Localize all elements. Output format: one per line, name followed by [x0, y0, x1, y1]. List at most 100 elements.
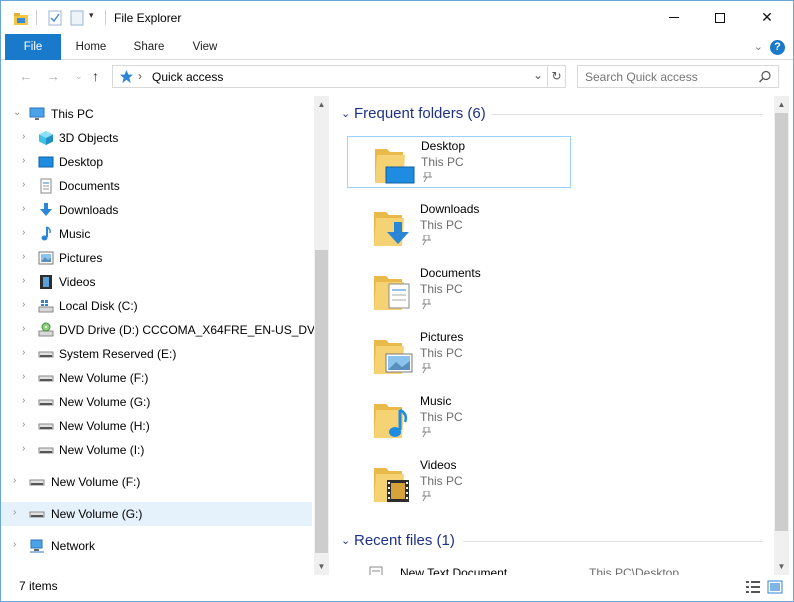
tree-item[interactable]: › Documents [1, 174, 312, 198]
music-folder-icon [374, 404, 408, 438]
expand-chevron-icon[interactable]: › [22, 443, 25, 454]
close-button[interactable]: ✕ [744, 1, 790, 34]
forward-arrow-icon[interactable]: → [46, 68, 60, 84]
large-icons-view-icon[interactable] [767, 580, 783, 594]
expand-chevron-icon[interactable]: › [13, 507, 16, 518]
tree-item-label: New Volume (F:) [51, 475, 141, 489]
file-explorer-window: ▾ File Explorer ✕ File Home Share View ⌄… [0, 0, 794, 602]
expand-chevron-icon[interactable]: › [22, 275, 25, 286]
tree-item-label: Network [51, 539, 96, 553]
navigation-pane-scrollbar[interactable]: ▲ ▼ [314, 96, 329, 575]
tree-item-this-pc[interactable]: ⌄ This PC [1, 102, 312, 126]
tree-item[interactable]: › Videos [1, 270, 312, 294]
tree-item[interactable]: › New Volume (I:) [1, 438, 312, 462]
tree-item[interactable]: › 3D Objects [1, 126, 312, 150]
folder-name: Desktop [421, 139, 466, 153]
tree-item[interactable]: › New Volume (G:) [1, 502, 312, 526]
navigation-pane: ⌄ This PC › 3D Objects › Desktop › Documents ›… [1, 96, 314, 575]
tree-item[interactable]: › DVD Drive (D:) CCCOMA_X64FRE_EN-US_DV9 [1, 318, 314, 342]
expand-chevron-icon[interactable]: › [22, 227, 25, 238]
search-input[interactable] [585, 70, 755, 84]
tab-file[interactable]: File [5, 34, 61, 60]
expand-chevron-icon[interactable]: › [22, 371, 25, 382]
expand-chevron-icon[interactable]: › [22, 323, 25, 334]
expand-chevron-icon[interactable]: › [13, 539, 16, 550]
folder-tile[interactable]: Pictures This PC [347, 328, 571, 380]
folder-tile[interactable]: Videos This PC [347, 456, 571, 508]
expand-chevron-icon[interactable]: › [13, 475, 16, 486]
tab-view[interactable]: View [181, 34, 229, 60]
group-collapse-chevron-icon[interactable]: ⌄ [341, 534, 350, 547]
expand-chevron-icon[interactable]: › [22, 347, 25, 358]
expand-chevron-icon[interactable]: › [22, 395, 25, 406]
tree-item[interactable]: › Music [1, 222, 312, 246]
folder-tile[interactable]: Desktop This PC [347, 136, 571, 188]
group-collapse-chevron-icon[interactable]: ⌄ [341, 107, 350, 120]
tree-item[interactable]: › Local Disk (C:) [1, 294, 312, 318]
expand-chevron-icon[interactable]: › [22, 251, 25, 262]
details-view-icon[interactable] [745, 580, 761, 594]
folder-tile[interactable]: Music This PC [347, 392, 571, 444]
drive-icon [29, 511, 45, 518]
tree-item-label: DVD Drive (D:) CCCOMA_X64FRE_EN-US_DV9 [59, 323, 314, 337]
up-arrow-icon[interactable]: ↑ [92, 68, 99, 84]
minimize-button[interactable] [651, 1, 697, 34]
customize-toolbar-chevron-icon[interactable]: ▾ [89, 10, 94, 21]
group-header-frequent-folders[interactable]: ⌄ Frequent folders (6) [331, 102, 771, 126]
tree-item-label: Documents [59, 179, 120, 193]
scroll-down-arrow-icon[interactable]: ▼ [314, 558, 329, 575]
tree-item[interactable]: › Network [1, 534, 312, 558]
expand-chevron-icon[interactable]: › [22, 179, 25, 190]
tree-item-label: This PC [51, 107, 94, 121]
expand-chevron-icon[interactable]: › [22, 419, 25, 430]
tree-item[interactable]: › New Volume (H:) [1, 414, 312, 438]
expand-chevron-icon[interactable]: › [22, 299, 25, 310]
scrollbar-thumb[interactable] [315, 250, 328, 553]
maximize-button[interactable] [697, 1, 743, 34]
tab-share[interactable]: Share [125, 34, 173, 60]
recent-locations-chevron-icon[interactable]: ⌄ [75, 71, 83, 82]
properties-icon[interactable] [47, 10, 63, 26]
folder-name: Videos [420, 458, 457, 472]
pin-icon [422, 235, 431, 245]
tree-item[interactable]: › Downloads [1, 198, 312, 222]
tab-home[interactable]: Home [67, 34, 115, 60]
tree-item[interactable]: › New Volume (G:) [1, 390, 312, 414]
scroll-up-arrow-icon[interactable]: ▲ [314, 96, 329, 113]
close-icon: ✕ [761, 9, 773, 25]
address-dropdown-chevron-icon[interactable]: ⌄ [533, 68, 543, 82]
group-divider [463, 541, 763, 542]
address-bar[interactable]: › Quick access ⌄ [112, 65, 548, 88]
tree-item[interactable]: › Pictures [1, 246, 312, 270]
tree-item[interactable]: › System Reserved (E:) [1, 342, 312, 366]
scroll-up-arrow-icon[interactable]: ▲ [774, 96, 789, 113]
file-explorer-app-icon[interactable] [13, 10, 29, 26]
tree-item[interactable]: › New Volume (F:) [1, 470, 312, 494]
folder-tile[interactable]: Documents This PC [347, 264, 571, 316]
recent-file-row[interactable]: New Text Document This PC\Desktop [369, 566, 769, 575]
search-icon[interactable] [758, 70, 772, 84]
scrollbar-thumb[interactable] [775, 113, 788, 531]
title-bar: ▾ File Explorer ✕ [1, 1, 793, 34]
collapse-chevron-icon[interactable]: ⌄ [13, 107, 21, 118]
group-header-recent-files[interactable]: ⌄ Recent files (1) [331, 529, 771, 553]
breadcrumb-quick-access[interactable]: Quick access [152, 70, 223, 84]
music-note-icon [41, 226, 51, 241]
search-box[interactable] [577, 65, 779, 88]
expand-chevron-icon[interactable]: › [22, 203, 25, 214]
refresh-button[interactable]: ↻ [547, 65, 566, 88]
breadcrumb-separator-icon[interactable]: › [138, 69, 142, 83]
help-button[interactable]: ? [770, 40, 785, 55]
network-icon [30, 539, 44, 553]
folder-tile[interactable]: Downloads This PC [347, 200, 571, 252]
tree-item[interactable]: › Desktop [1, 150, 312, 174]
expand-chevron-icon[interactable]: › [22, 155, 25, 166]
expand-chevron-icon[interactable]: › [22, 131, 25, 142]
content-pane-scrollbar[interactable]: ▲ ▼ [774, 96, 789, 575]
scroll-down-arrow-icon[interactable]: ▼ [774, 558, 789, 575]
back-arrow-icon[interactable]: ← [19, 68, 33, 84]
expand-ribbon-chevron-icon[interactable]: ⌄ [754, 40, 763, 53]
tree-item[interactable]: › New Volume (F:) [1, 366, 312, 390]
new-folder-icon[interactable] [69, 10, 85, 26]
desktop-folder-icon [375, 149, 415, 184]
